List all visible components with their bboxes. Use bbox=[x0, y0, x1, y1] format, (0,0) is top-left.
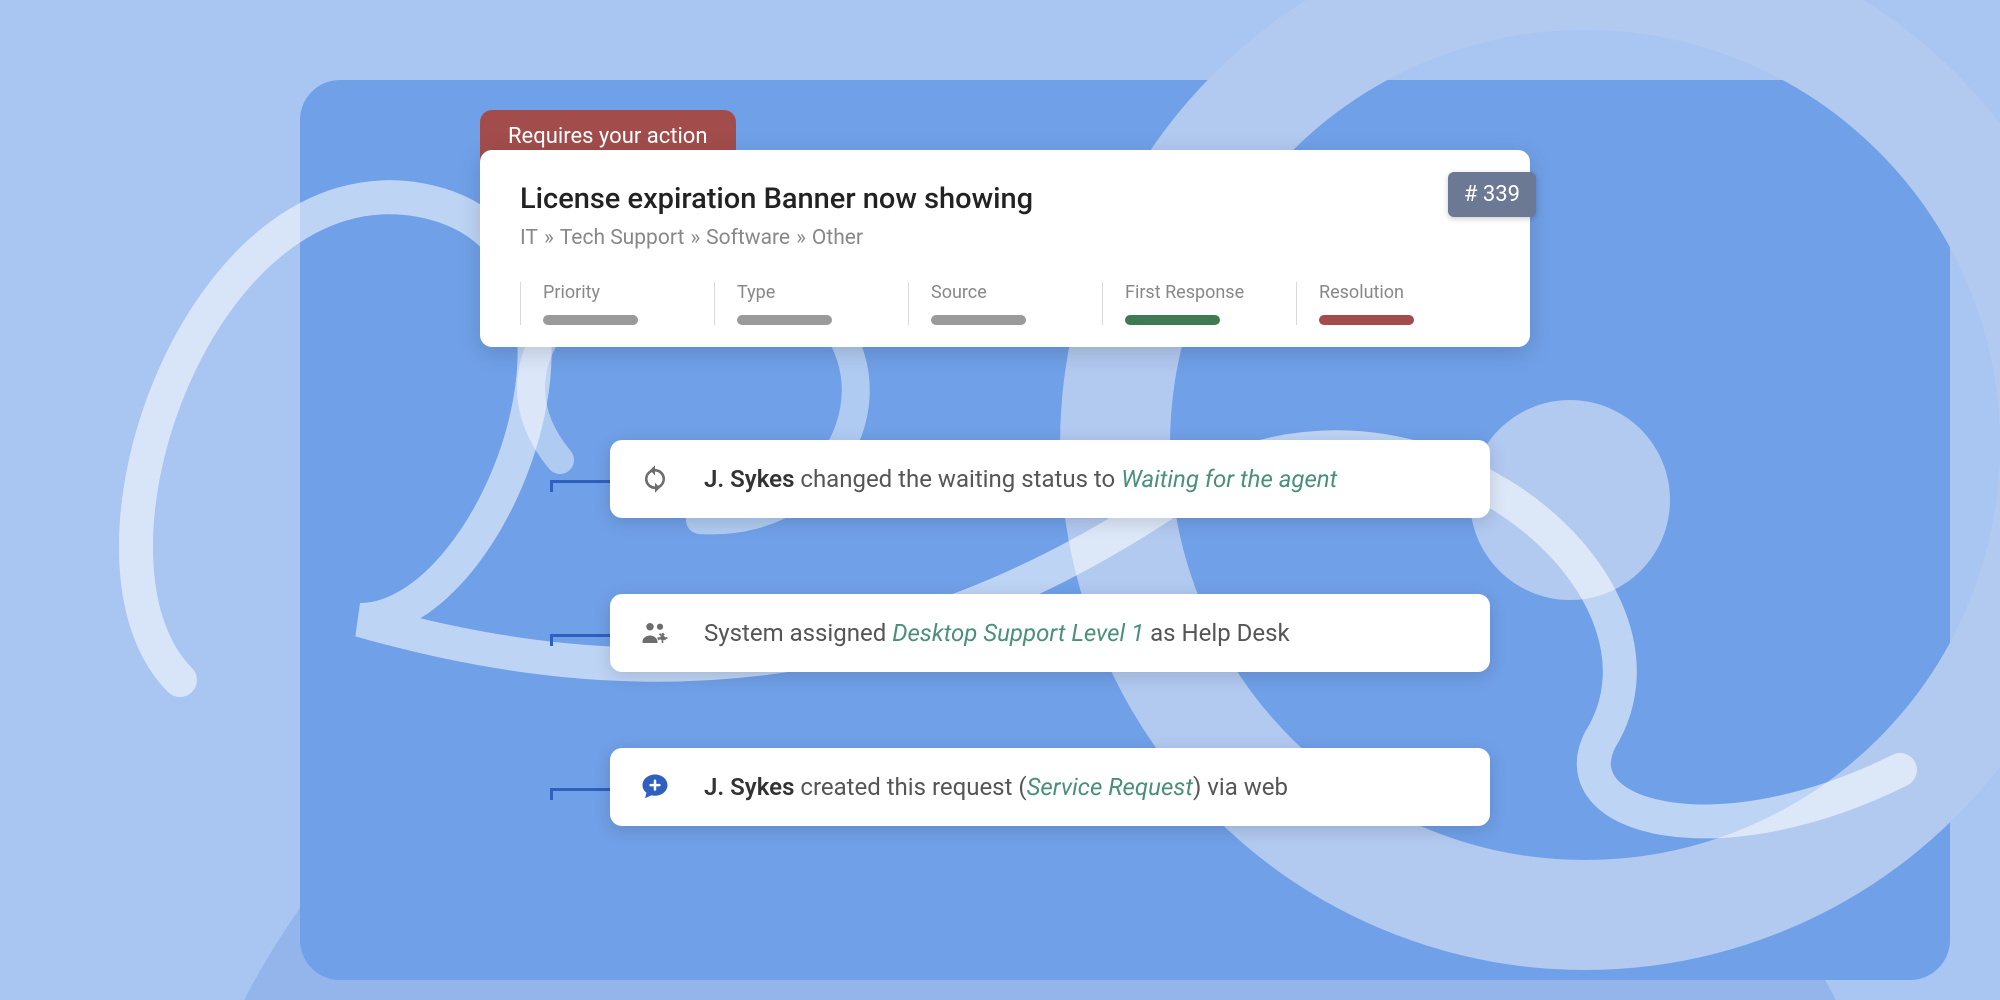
breadcrumb-item: Other bbox=[812, 226, 863, 250]
metric-priority: Priority bbox=[520, 282, 714, 325]
refresh-icon bbox=[640, 464, 680, 494]
users-cog-icon bbox=[640, 618, 680, 648]
timeline-event[interactable]: J. Sykes created this request (Service R… bbox=[610, 748, 1490, 826]
timeline-event[interactable]: System assigned Desktop Support Level 1 … bbox=[610, 594, 1490, 672]
breadcrumb-item: Tech Support bbox=[560, 226, 685, 250]
metric-source: Source bbox=[908, 282, 1102, 325]
timeline-event-text: System assigned Desktop Support Level 1 … bbox=[704, 619, 1290, 647]
metric-type: Type bbox=[714, 282, 908, 325]
metric-resolution: Resolution bbox=[1296, 282, 1490, 325]
timeline-event-text: J. Sykes created this request (Service R… bbox=[704, 773, 1288, 801]
ticket-number-tag: # 339 bbox=[1448, 172, 1536, 217]
ticket-metrics: Priority Type Source First Response Reso… bbox=[520, 282, 1490, 325]
ticket-card[interactable]: License expiration Banner now showing # … bbox=[480, 150, 1530, 347]
breadcrumb-item: Software bbox=[706, 226, 790, 250]
decorative-node bbox=[1470, 400, 1670, 600]
comment-plus-icon bbox=[640, 772, 680, 802]
timeline-event[interactable]: J. Sykes changed the waiting status to W… bbox=[610, 440, 1490, 518]
breadcrumb: IT»Tech Support»Software»Other bbox=[520, 226, 1490, 250]
metric-first-response: First Response bbox=[1102, 282, 1296, 325]
timeline-event-text: J. Sykes changed the waiting status to W… bbox=[704, 465, 1337, 493]
breadcrumb-item: IT bbox=[520, 226, 538, 250]
ticket-title: License expiration Banner now showing bbox=[520, 182, 1490, 216]
